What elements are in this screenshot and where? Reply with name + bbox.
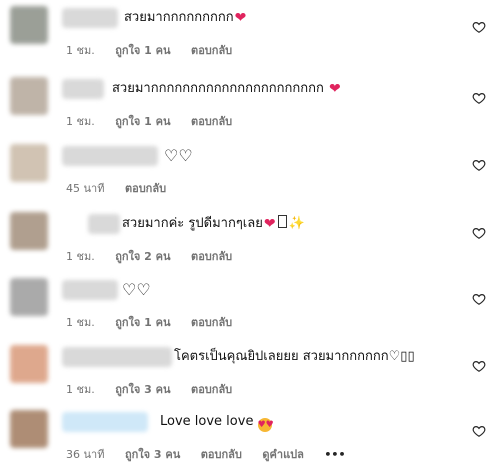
heart-outline-icon[interactable] xyxy=(472,359,486,373)
username-blurred[interactable] xyxy=(62,8,118,28)
timestamp: 1 ชม. xyxy=(66,115,95,128)
avatar[interactable] xyxy=(10,77,48,115)
username-blurred[interactable] xyxy=(88,214,120,234)
reply-link[interactable]: ตอบกลับ xyxy=(191,115,232,128)
timestamp: 1 ชม. xyxy=(66,316,95,329)
comment-item: Love love love ♥♥ 36 นาที ถูกใจ 3 คน ตอบ… xyxy=(0,404,496,472)
comment-item: สวยมากกกกกกกกกกกกกกกกกกกกกก ❤ 1 ชม. ถูกใ… xyxy=(0,71,496,139)
heart-eyes-emoji-icon: ♥♥ xyxy=(257,418,274,432)
heart-outline-icon[interactable] xyxy=(472,226,486,240)
more-options-icon[interactable]: ••• xyxy=(324,448,345,461)
like-count-link[interactable]: ถูกใจ 3 คน xyxy=(125,448,180,461)
avatar[interactable] xyxy=(10,410,48,448)
comment-meta: 1 ชม. ถูกใจ 2 คน ตอบกลับ xyxy=(66,247,249,265)
comment-meta: 1 ชม. ถูกใจ 1 คน ตอบกลับ xyxy=(66,41,249,59)
comment-text: สวยมากกกกกกกกก❤ xyxy=(124,10,247,26)
reply-link[interactable]: ตอบกลับ xyxy=(191,316,232,329)
comment-item: โคตรเป็นคุณยิปเลยยย สวยมากกกกกก♡▯▯ 1 ชม.… xyxy=(0,339,496,407)
heart-emoji-icon: ❤ xyxy=(263,216,276,232)
like-count-link[interactable]: ถูกใจ 2 คน xyxy=(115,250,170,263)
heart-outline-icon[interactable] xyxy=(472,91,486,105)
heart-emoji-icon: ❤ xyxy=(329,81,341,97)
avatar[interactable] xyxy=(10,278,48,316)
reply-link[interactable]: ตอบกลับ xyxy=(191,383,232,396)
avatar[interactable] xyxy=(10,144,48,182)
comment-meta: 1 ชม. ถูกใจ 1 คน ตอบกลับ xyxy=(66,112,249,130)
reply-link[interactable]: ตอบกลับ xyxy=(191,44,232,57)
heart-outline-icon[interactable] xyxy=(472,424,486,438)
see-translation-link[interactable]: ดูคำแปล xyxy=(262,448,304,461)
timestamp: 1 ชม. xyxy=(66,250,95,263)
comment-item: ♡♡ 45 นาที ตอบกลับ xyxy=(0,138,496,206)
comment-item: สวยมากค่ะ รูปดีมากๆเลย❤ ✨ 1 ชม. ถูกใจ 2 ค… xyxy=(0,206,496,274)
comment-text: ♡♡ xyxy=(122,280,151,299)
comment-meta: 36 นาที ถูกใจ 3 คน ตอบกลับ ดูคำแปล ••• xyxy=(66,445,363,463)
avatar[interactable] xyxy=(10,212,48,250)
unsupported-glyph-icon xyxy=(277,215,287,228)
like-count-link[interactable]: ถูกใจ 1 คน xyxy=(115,316,170,329)
username-blurred[interactable] xyxy=(62,412,148,432)
comment-item: สวยมากกกกกกกกก❤ 1 ชม. ถูกใจ 1 คน ตอบกลับ xyxy=(0,0,496,68)
like-count-link[interactable]: ถูกใจ 1 คน xyxy=(115,44,170,57)
reply-link[interactable]: ตอบกลับ xyxy=(191,250,232,263)
sparkles-emoji-icon: ✨ xyxy=(288,216,305,231)
comment-text: โคตรเป็นคุณยิปเลยยย สวยมากกกกกก♡▯▯ xyxy=(174,349,415,364)
heart-outline-icon[interactable] xyxy=(472,158,486,172)
comment-meta: 45 นาที ตอบกลับ xyxy=(66,179,183,197)
heart-outline-icon[interactable] xyxy=(472,292,486,306)
username-blurred[interactable] xyxy=(62,146,158,166)
avatar[interactable] xyxy=(10,345,48,383)
comment-text: ♡♡ xyxy=(164,146,193,165)
username-blurred[interactable] xyxy=(62,347,172,367)
timestamp: 1 ชม. xyxy=(66,44,95,57)
timestamp: 1 ชม. xyxy=(66,383,95,396)
reply-link[interactable]: ตอบกลับ xyxy=(125,182,166,195)
username-blurred[interactable] xyxy=(62,79,104,99)
comment-meta: 1 ชม. ถูกใจ 3 คน ตอบกลับ xyxy=(66,380,249,398)
reply-link[interactable]: ตอบกลับ xyxy=(201,448,242,461)
comment-text: สวยมากค่ะ รูปดีมากๆเลย❤ ✨ xyxy=(122,215,305,232)
heart-emoji-icon: ❤ xyxy=(234,10,247,26)
username-blurred[interactable] xyxy=(62,280,118,300)
avatar[interactable] xyxy=(10,6,48,44)
comment-text: Love love love ♥♥ xyxy=(160,414,274,432)
like-count-link[interactable]: ถูกใจ 1 คน xyxy=(115,115,170,128)
comment-item: ♡♡ 1 ชม. ถูกใจ 1 คน ตอบกลับ xyxy=(0,272,496,340)
comment-meta: 1 ชม. ถูกใจ 1 คน ตอบกลับ xyxy=(66,313,249,331)
like-count-link[interactable]: ถูกใจ 3 คน xyxy=(115,383,170,396)
timestamp: 45 นาที xyxy=(66,182,105,195)
heart-outline-icon[interactable] xyxy=(472,20,486,34)
comment-text: สวยมากกกกกกกกกกกกกกกกกกกกกก ❤ xyxy=(112,81,341,97)
timestamp: 36 นาที xyxy=(66,448,105,461)
